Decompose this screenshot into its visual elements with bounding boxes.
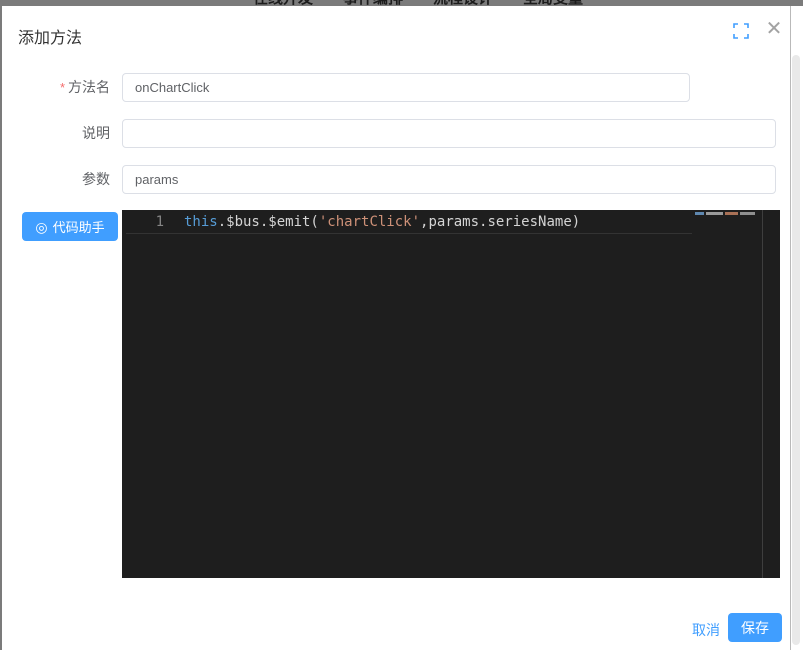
- code-text: ,params.seriesName): [420, 214, 580, 230]
- background-tab: 事件编排: [343, 0, 403, 6]
- required-asterisk: *: [60, 80, 65, 95]
- code-line: this.$bus.$emit('chartClick',params.seri…: [184, 213, 580, 232]
- minimap-segment: [740, 212, 755, 215]
- minimap-segment: [695, 212, 704, 215]
- method-name-input[interactable]: [122, 73, 690, 102]
- background-mask-left: [0, 6, 2, 650]
- minimap[interactable]: [695, 212, 755, 216]
- code-editor[interactable]: 1 this.$bus.$emit('chartClick',params.se…: [122, 210, 780, 578]
- description-label: 说明: [0, 119, 110, 147]
- fullscreen-icon[interactable]: [732, 22, 750, 40]
- line-number: 1: [150, 213, 164, 232]
- current-line-highlight: [126, 233, 692, 234]
- method-name-label: *方法名: [0, 73, 110, 102]
- dialog-title: 添加方法: [18, 24, 82, 48]
- modal-right-border: [790, 6, 791, 650]
- code-assistant-button[interactable]: ◎ 代码助手: [22, 212, 118, 241]
- close-icon[interactable]: ✕: [762, 17, 786, 41]
- minimap-segment: [706, 212, 723, 215]
- description-input[interactable]: [122, 119, 776, 148]
- background-tabs: 在线开发 事件编排 流程设计 全局变量: [0, 0, 803, 6]
- page-scrollbar[interactable]: [792, 55, 800, 645]
- background-page-strip: 在线开发 事件编排 流程设计 全局变量: [0, 0, 803, 6]
- background-tab: 全局变量: [523, 0, 583, 6]
- background-tab: 在线开发: [253, 0, 313, 6]
- code-keyword: this: [184, 214, 218, 230]
- overview-ruler: [762, 210, 763, 578]
- params-input[interactable]: [122, 165, 776, 194]
- save-button[interactable]: 保存: [728, 613, 782, 642]
- code-text: .$bus.$emit(: [218, 214, 319, 230]
- code-string: 'chartClick': [319, 214, 420, 230]
- code-assistant-label: 代码助手: [53, 217, 105, 236]
- cancel-button[interactable]: 取消: [686, 616, 726, 644]
- params-label: 参数: [0, 165, 110, 193]
- minimap-segment: [725, 212, 738, 215]
- assistant-target-icon: ◎: [35, 220, 47, 234]
- background-tab: 流程设计: [433, 0, 493, 6]
